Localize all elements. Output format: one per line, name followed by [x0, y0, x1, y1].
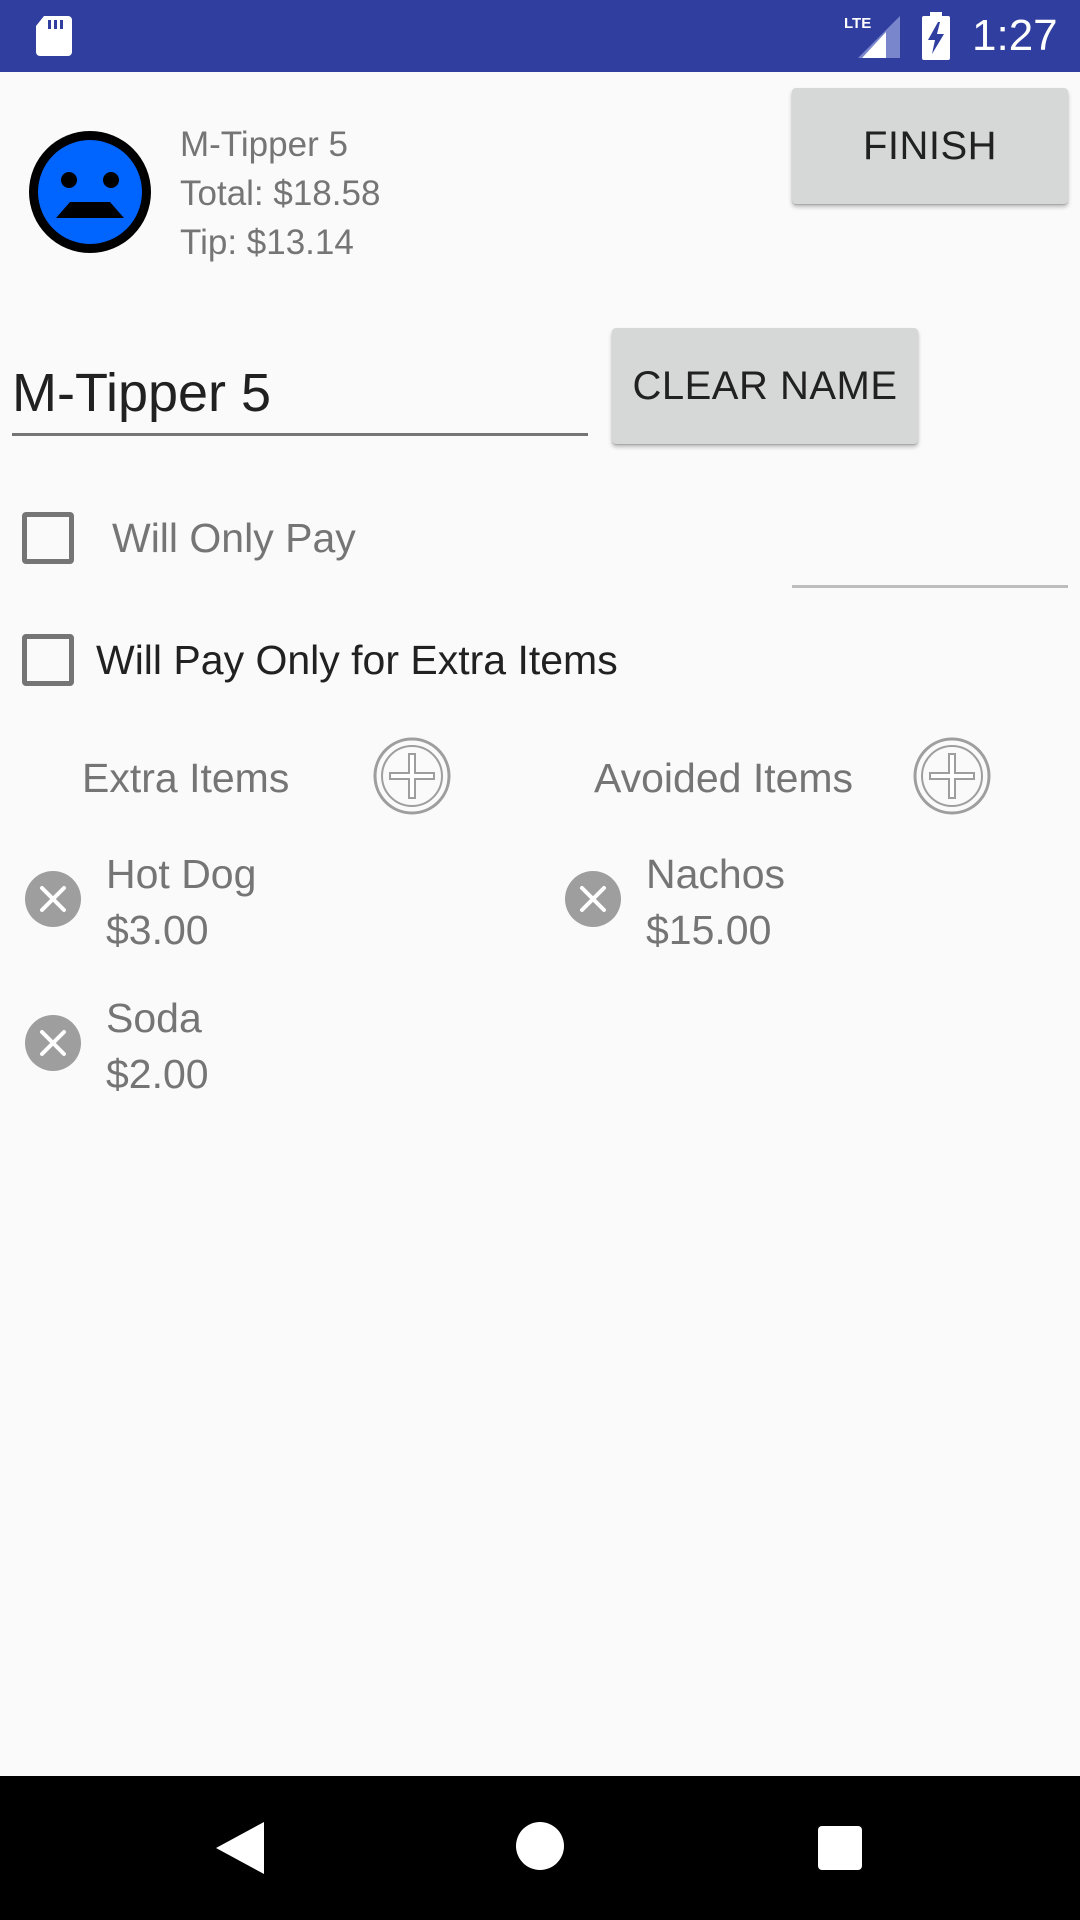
will-only-pay-checkbox[interactable]	[22, 512, 74, 564]
home-icon[interactable]	[516, 1822, 564, 1870]
sad-face-icon	[29, 131, 151, 253]
name-input[interactable]	[12, 352, 588, 436]
navigation-bar	[0, 1776, 1080, 1920]
extra-only-checkbox[interactable]	[22, 634, 74, 686]
lte-signal-icon: LTE	[844, 15, 900, 58]
finish-button[interactable]: FINISH	[792, 88, 1068, 204]
add-extra-item-icon[interactable]	[372, 736, 452, 816]
extra-item-price: $3.00	[106, 907, 209, 953]
screen: LTE 1:27 M-Tipper 5 Total: $18.58 Tip: $…	[0, 0, 1080, 1920]
pay-amount-input[interactable]	[792, 516, 1068, 588]
remove-item-icon[interactable]	[564, 870, 622, 928]
avoided-item-price: $15.00	[646, 907, 772, 953]
participant-tip: Tip: $13.14	[180, 223, 354, 262]
participant-summary: M-Tipper 5 Total: $18.58 Tip: $13.14	[180, 120, 380, 267]
clear-name-button[interactable]: CLEAR NAME	[612, 328, 918, 444]
extra-item-name: Soda	[106, 995, 202, 1041]
remove-item-icon[interactable]	[24, 1014, 82, 1072]
extra-item-price: $2.00	[106, 1051, 209, 1097]
extra-item-name: Hot Dog	[106, 851, 257, 897]
remove-item-icon[interactable]	[24, 870, 82, 928]
battery-charging-icon	[922, 12, 950, 60]
extra-items-title: Extra Items	[82, 755, 290, 801]
lte-label: LTE	[844, 15, 871, 32]
add-avoided-item-icon[interactable]	[912, 736, 992, 816]
status-time: 1:27	[972, 11, 1058, 60]
participant-total: Total: $18.58	[180, 174, 381, 213]
avoided-items-title: Avoided Items	[594, 755, 854, 801]
avoided-item-name: Nachos	[646, 851, 786, 897]
back-icon[interactable]	[214, 1820, 266, 1876]
will-only-pay-label: Will Only Pay	[112, 515, 356, 561]
extra-only-label: Will Pay Only for Extra Items	[96, 637, 618, 683]
sd-card-icon	[36, 16, 72, 56]
recents-icon[interactable]	[818, 1826, 862, 1870]
participant-name: M-Tipper 5	[180, 125, 348, 164]
status-bar: LTE 1:27	[0, 0, 1080, 72]
